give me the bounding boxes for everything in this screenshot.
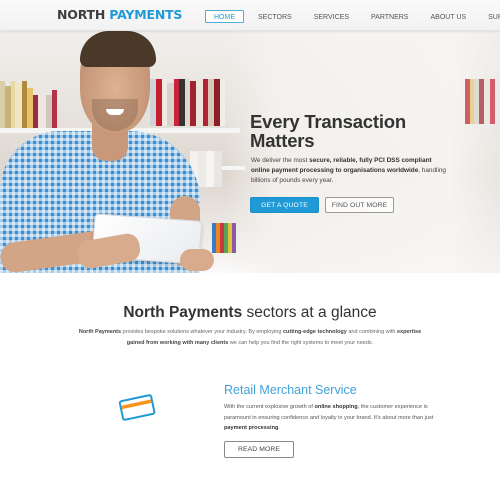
sectors-heading-bold: North Payments — [123, 304, 243, 321]
desc-part: and combining with — [346, 329, 397, 335]
nav-services[interactable]: SERVICES — [306, 10, 357, 23]
books-right — [150, 79, 245, 126]
books-far-right — [465, 79, 500, 124]
hero-heading: Every Transaction Matters — [250, 112, 450, 150]
hero-banner: Every Transaction Matters — [0, 31, 500, 273]
nav-support[interactable]: SUPPORT — [480, 10, 500, 23]
find-out-more-button[interactable]: FIND OUT MORE — [325, 197, 394, 213]
main-nav: HOME SECTORS SERVICES PARTNERS ABOUT US … — [205, 9, 500, 23]
logo-north: NORTH — [57, 7, 106, 22]
retail-text-emphasis: payment processing — [224, 425, 279, 431]
hero-text-part: We deliver the most — [251, 157, 310, 164]
nav-about-us[interactable]: ABOUT US — [422, 10, 474, 23]
logo[interactable]: NORTH PAYMENTS — [57, 8, 182, 22]
desc-emphasis: cutting-edge technology — [282, 329, 347, 335]
get-a-quote-button[interactable]: GET A QUOTE — [250, 197, 319, 213]
desc-emphasis: North Payments — [78, 329, 122, 335]
logo-payments: PAYMENTS — [109, 7, 183, 22]
desc-part: we can help you find the right systems t… — [228, 340, 374, 346]
person-hair — [80, 31, 156, 67]
retail-merchant-title[interactable]: Retail Merchant Service — [224, 382, 357, 398]
books-left — [0, 81, 80, 128]
hero-heading-line2: Matters — [250, 130, 315, 151]
site-header: NORTH PAYMENTS HOME SECTORS SERVICES PAR… — [0, 0, 500, 31]
retail-text-emphasis: online shopping — [314, 404, 358, 410]
retail-merchant-description: With the current explosive growth of onl… — [224, 402, 449, 434]
hero-description: We deliver the most secure, reliable, fu… — [251, 156, 447, 186]
person-hand-right — [180, 249, 214, 271]
sectors-description: North Payments provides bespoke solution… — [70, 327, 430, 349]
nav-sectors[interactable]: SECTORS — [250, 10, 300, 23]
hero-heading-line1: Every Transaction — [250, 111, 406, 132]
books-lower — [190, 151, 245, 187]
sectors-heading: North Payments sectors at a glance — [0, 304, 500, 322]
sectors-heading-rest: sectors at a glance — [242, 304, 377, 321]
retail-text-part: . — [278, 425, 280, 431]
nav-home[interactable]: HOME — [205, 9, 244, 23]
desc-part: provides bespoke solutions whatever your… — [121, 329, 283, 335]
nav-partners[interactable]: PARTNERS — [363, 10, 416, 23]
read-more-button[interactable]: READ MORE — [224, 441, 294, 458]
credit-card-icon — [118, 394, 156, 421]
books-bottom — [212, 223, 242, 253]
retail-text-part: With the current explosive growth of — [224, 404, 315, 410]
